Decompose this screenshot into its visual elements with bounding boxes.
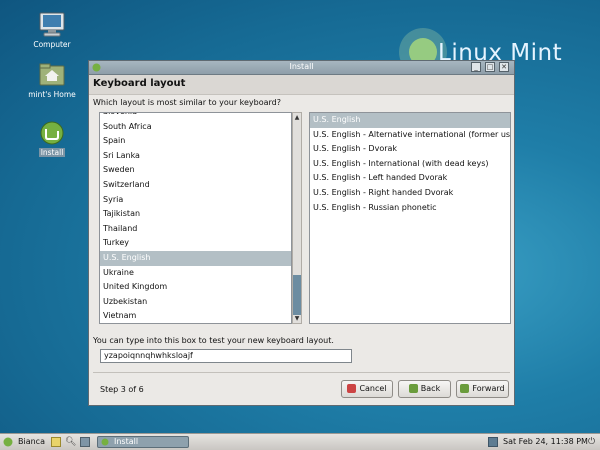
country-item[interactable]: Turkey [100, 236, 291, 251]
forward-label: Forward [472, 384, 505, 393]
country-item[interactable]: Sweden [100, 163, 291, 178]
scrollbar-thumb[interactable] [293, 275, 301, 315]
cancel-icon [347, 384, 357, 393]
country-item[interactable]: U.S. English [100, 250, 291, 266]
divider [93, 372, 510, 373]
forward-arrow-icon [460, 384, 470, 393]
country-item[interactable]: Switzerland [100, 178, 291, 193]
country-item[interactable]: South Africa [100, 120, 291, 135]
maximize-button[interactable]: □ [485, 62, 495, 72]
taskbar-item-install[interactable]: Install [97, 436, 189, 448]
logout-icon[interactable]: ⏻ [588, 437, 597, 447]
page-header: Keyboard layout [89, 75, 514, 95]
scroll-up-icon[interactable]: ▲ [293, 113, 301, 122]
task-label: Install [114, 437, 139, 446]
variant-item[interactable]: U.S. English - International (with dead … [310, 157, 510, 172]
taskbar: Bianca 🔍︎ Install Sat Feb 24, 11:38 PM ⏻ [0, 433, 600, 450]
install-window: Install _ □ ✕ Keyboard layout Which layo… [88, 60, 515, 406]
desktop-icon-install[interactable]: Install [22, 120, 82, 157]
network-icon[interactable] [488, 437, 498, 447]
maximize-icon: □ [486, 63, 494, 71]
cancel-label: Cancel [359, 384, 387, 393]
close-button[interactable]: ✕ [499, 62, 509, 72]
variant-list[interactable]: U.S. English U.S. English - Alternative i… [309, 112, 511, 324]
variant-item[interactable]: U.S. English - Dvorak [310, 142, 510, 157]
country-item[interactable]: Syria [100, 193, 291, 208]
computer-icon [37, 12, 67, 38]
test-hint: You can type into this box to test your … [93, 336, 334, 345]
country-item[interactable]: Slovenia [100, 113, 291, 120]
scroll-down-icon[interactable]: ▼ [293, 314, 301, 323]
folder-launcher-icon[interactable] [51, 437, 61, 447]
country-item[interactable]: United Kingdom [100, 280, 291, 295]
terminal-launcher-icon[interactable] [80, 437, 90, 447]
forward-button[interactable]: Forward [456, 380, 509, 398]
desktop-icon-label: Computer [33, 40, 71, 49]
minimize-button[interactable]: _ [471, 62, 481, 72]
cancel-button[interactable]: Cancel [341, 380, 393, 398]
country-list[interactable]: SloveniaSouth AfricaSpainSri LankaSweden… [99, 112, 292, 324]
keyboard-test-input[interactable]: yzapoiqnnqhwhksloajf [100, 349, 352, 363]
mint-install-icon [37, 120, 67, 146]
search-icon[interactable]: 🔍︎ [65, 437, 76, 447]
variant-item[interactable]: U.S. English - Right handed Dvorak [310, 186, 510, 201]
country-list-scrollbar[interactable]: ▲ ▼ [292, 112, 302, 324]
country-item[interactable]: Thailand [100, 222, 291, 237]
country-item[interactable]: Spain [100, 134, 291, 149]
layout-question: Which layout is most similar to your key… [93, 98, 282, 107]
back-arrow-icon [408, 384, 418, 393]
mint-menu-icon[interactable] [3, 437, 13, 447]
country-item[interactable]: Ukraine [100, 266, 291, 281]
country-item[interactable]: Vietnam [100, 309, 291, 323]
window-title: Install [289, 62, 314, 71]
variant-item[interactable]: U.S. English - Russian phonetic [310, 201, 510, 216]
back-label: Back [420, 384, 441, 393]
country-item[interactable]: Uzbekistan [100, 295, 291, 310]
mint-task-icon [101, 438, 109, 446]
desktop-icon-label: Install [38, 148, 66, 157]
clock[interactable]: Sat Feb 24, 11:38 PM [503, 437, 588, 446]
desktop-icon-computer[interactable]: Computer [22, 12, 82, 49]
back-button[interactable]: Back [398, 380, 451, 398]
variant-item[interactable]: U.S. English [310, 113, 510, 128]
menu-user-label[interactable]: Bianca [18, 437, 45, 446]
close-icon: ✕ [501, 63, 507, 71]
desktop-icon-label: mint's Home [28, 90, 76, 99]
country-item[interactable]: Tajikistan [100, 207, 291, 222]
country-item[interactable]: Sri Lanka [100, 149, 291, 164]
window-titlebar[interactable]: Install _ □ ✕ [89, 61, 514, 75]
minimize-icon: _ [474, 63, 478, 71]
step-indicator: Step 3 of 6 [100, 385, 144, 394]
variant-item[interactable]: U.S. English - Alternative international… [310, 128, 510, 143]
variant-item[interactable]: U.S. English - Left handed Dvorak [310, 171, 510, 186]
home-folder-icon [37, 62, 67, 88]
desktop-icon-home[interactable]: mint's Home [22, 62, 82, 99]
page-title: Keyboard layout [93, 78, 186, 89]
